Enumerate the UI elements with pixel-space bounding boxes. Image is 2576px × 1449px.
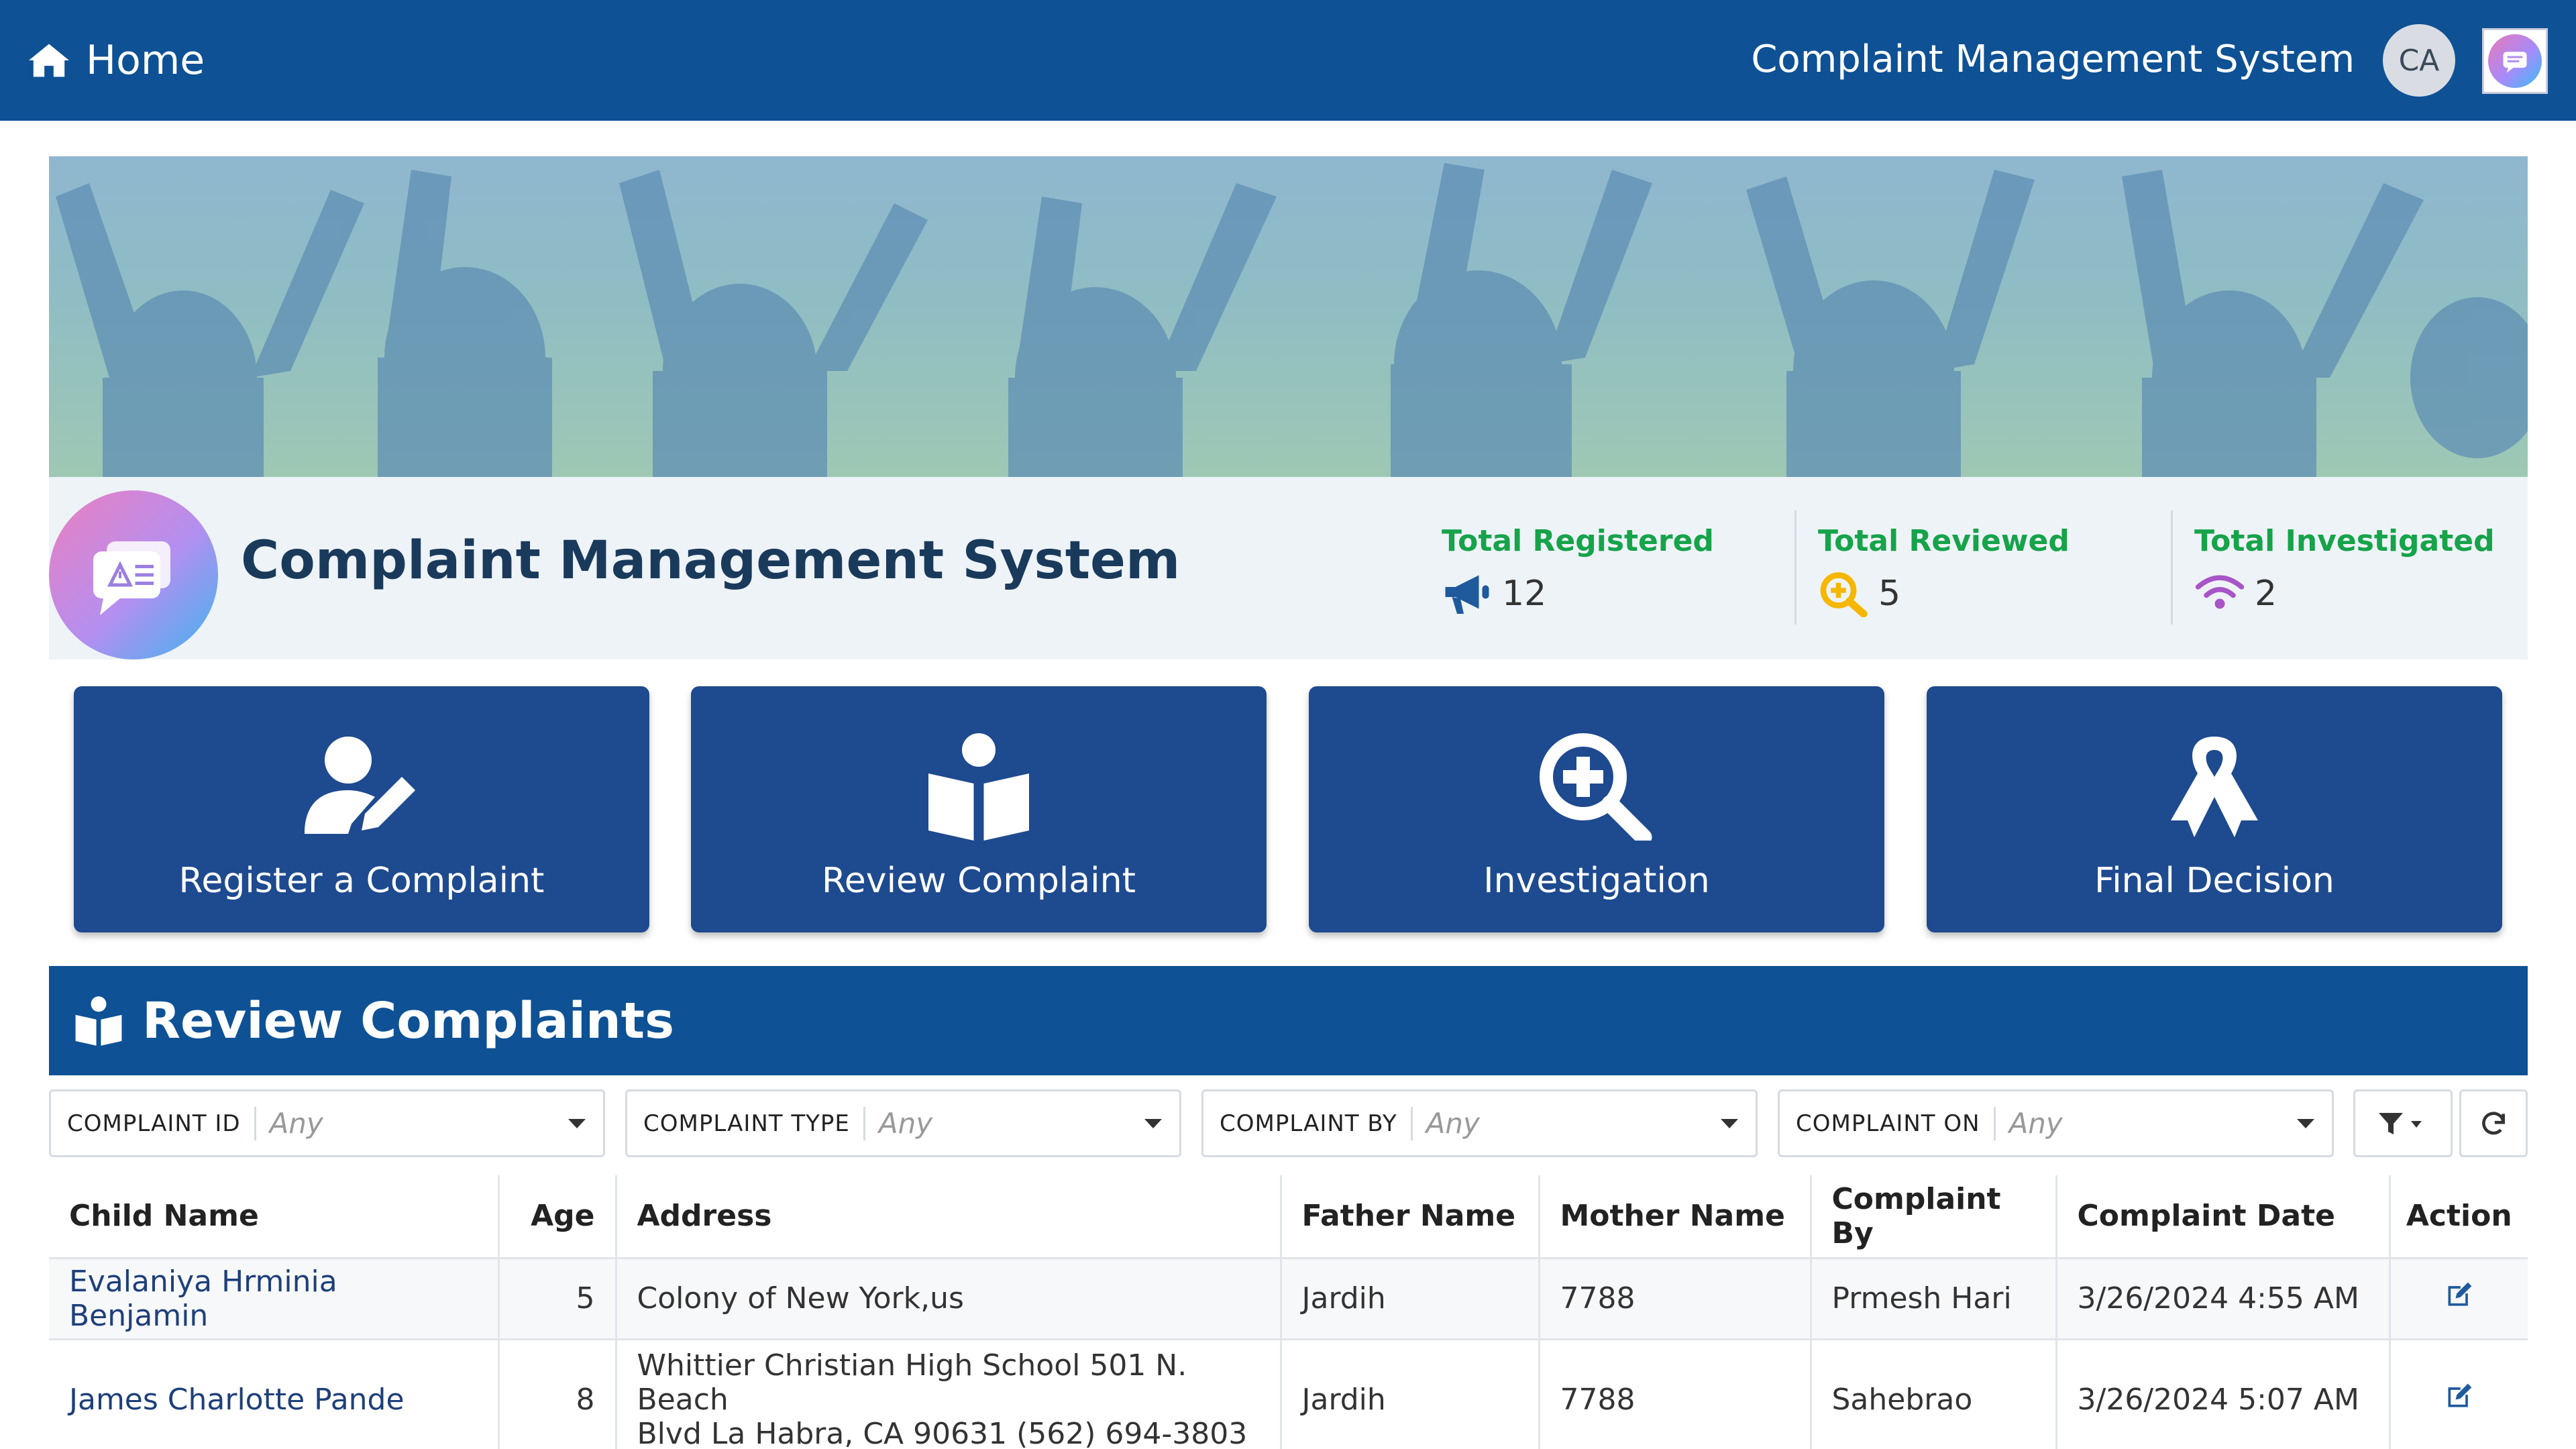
action-label: Final Decision xyxy=(2094,861,2334,901)
avatar[interactable]: CA xyxy=(2383,24,2455,97)
chevron-down-icon xyxy=(2297,1118,2314,1128)
filter-placeholder: Any xyxy=(878,1107,933,1140)
child-name-link[interactable]: Evalaniya Hrminia Benjamin xyxy=(49,1258,500,1340)
stat-value: 5 xyxy=(1878,574,1901,614)
stat-total-reviewed: Total Reviewed 5 xyxy=(1818,524,2167,617)
app-logo-icon[interactable] xyxy=(2482,28,2548,94)
page-title: Complaint Management System xyxy=(241,531,1181,591)
father-name-cell: Jardih xyxy=(1281,1339,1540,1449)
filter-label: COMPLAINT ON xyxy=(1780,1106,1996,1140)
address-line: Blvd La Habra, CA 90631 (562) 694-3803 xyxy=(637,1416,1248,1449)
stat-label: Total Investigated xyxy=(2194,524,2495,558)
filter-placeholder: Any xyxy=(1426,1107,1480,1140)
reader-icon xyxy=(928,733,1029,841)
app-title: Complaint Management System xyxy=(1751,38,2355,81)
search-plus-icon xyxy=(1540,733,1652,841)
mother-name-cell: 7788 xyxy=(1539,1339,1812,1449)
column-header: Action xyxy=(2390,1175,2528,1259)
refresh-icon xyxy=(2482,1111,2505,1134)
table-header-row: Child Name Age Address Father Name Mothe… xyxy=(49,1175,2528,1259)
complaint-by-cell: Prmesh Hari xyxy=(1811,1258,2057,1340)
address-cell: Colony of New York,us xyxy=(616,1258,1282,1340)
home-label: Home xyxy=(86,37,205,84)
column-header[interactable]: Mother Name xyxy=(1539,1175,1812,1259)
reader-icon xyxy=(75,996,122,1046)
investigation-button[interactable]: Investigation xyxy=(1309,686,1884,932)
column-header[interactable]: Father Name xyxy=(1281,1175,1540,1259)
child-name-link[interactable]: James Charlotte Pande xyxy=(49,1339,500,1449)
divider xyxy=(2171,511,2173,625)
action-cell xyxy=(2390,1339,2528,1449)
table-row: James Charlotte Pande 8 Whittier Christi… xyxy=(49,1339,2528,1449)
megaphone-icon xyxy=(1445,575,1489,614)
chevron-down-icon xyxy=(568,1118,586,1128)
filter-complaint-by[interactable]: COMPLAINT BY Any xyxy=(1201,1089,1758,1157)
hero-banner xyxy=(49,156,2528,477)
stat-value: 2 xyxy=(2255,574,2277,614)
magnify-plus-icon xyxy=(1820,572,1868,617)
top-nav-bar: Home Complaint Management System CA xyxy=(0,0,2576,121)
stat-total-registered: Total Registered 12 xyxy=(1442,524,1790,617)
filter-placeholder: Any xyxy=(269,1107,323,1140)
filter-label: COMPLAINT TYPE xyxy=(627,1106,865,1140)
filter-menu-button[interactable] xyxy=(2353,1089,2453,1157)
stat-label: Total Reviewed xyxy=(1818,524,2070,558)
complaint-date-cell: 3/26/2024 5:07 AM xyxy=(2056,1339,2391,1449)
ribbon-icon xyxy=(2171,737,2258,837)
age-cell: 5 xyxy=(498,1258,617,1340)
home-icon xyxy=(29,44,69,77)
filter-complaint-on[interactable]: COMPLAINT ON Any xyxy=(1778,1089,2334,1157)
action-label: Register a Complaint xyxy=(178,861,545,901)
user-edit-icon xyxy=(305,737,415,834)
complaint-by-cell: Sahebrao xyxy=(1811,1339,2057,1449)
divider xyxy=(1794,511,1796,625)
crowd-silhouette-image xyxy=(56,163,2528,477)
column-header[interactable]: Complaint Date xyxy=(2056,1175,2391,1259)
age-cell: 8 xyxy=(498,1339,617,1449)
final-decision-button[interactable]: Final Decision xyxy=(1927,686,2502,932)
stat-value: 12 xyxy=(1502,574,1547,614)
review-complaints-header: Review Complaints xyxy=(49,966,2528,1075)
stat-total-investigated: Total Investigated 2 xyxy=(2194,524,2543,617)
complaints-table: Child Name Age Address Father Name Mothe… xyxy=(49,1175,2528,1449)
review-complaint-button[interactable]: Review Complaint xyxy=(691,686,1267,932)
chevron-down-icon xyxy=(1144,1118,1162,1128)
filter-label: COMPLAINT ID xyxy=(51,1106,256,1140)
action-label: Investigation xyxy=(1483,861,1710,901)
section-title: Review Complaints xyxy=(142,991,675,1050)
father-name-cell: Jardih xyxy=(1281,1258,1540,1340)
signal-icon xyxy=(2195,575,2245,609)
filter-icon xyxy=(2379,1112,2422,1134)
action-cell xyxy=(2390,1258,2528,1340)
filter-placeholder: Any xyxy=(2008,1107,2063,1140)
complaint-logo-icon xyxy=(49,490,218,659)
chevron-down-icon xyxy=(1721,1118,1738,1128)
register-complaint-button[interactable]: Register a Complaint xyxy=(74,686,649,932)
action-label: Review Complaint xyxy=(822,861,1136,901)
table-row: Evalaniya Hrminia Benjamin 5 Colony of N… xyxy=(49,1258,2528,1340)
filter-complaint-id[interactable]: COMPLAINT ID Any xyxy=(49,1089,605,1157)
mother-name-cell: 7788 xyxy=(1539,1258,1812,1340)
home-link[interactable]: Home xyxy=(27,37,205,84)
info-strip: Complaint Management System Total Regist… xyxy=(49,477,2528,659)
column-header[interactable]: Child Name xyxy=(49,1175,500,1259)
column-header[interactable]: Complaint By xyxy=(1811,1175,2057,1259)
stat-label: Total Registered xyxy=(1442,524,1714,558)
address-line: Whittier Christian High School 501 N. Be… xyxy=(637,1348,1187,1417)
column-header[interactable]: Age xyxy=(498,1175,617,1259)
refresh-button[interactable] xyxy=(2459,1089,2528,1157)
filter-label: COMPLAINT BY xyxy=(1203,1106,1413,1140)
edit-icon[interactable] xyxy=(2445,1280,2474,1309)
filter-complaint-type[interactable]: COMPLAINT TYPE Any xyxy=(625,1089,1181,1157)
address-cell: Whittier Christian High School 501 N. Be… xyxy=(616,1339,1282,1449)
complaint-date-cell: 3/26/2024 4:55 AM xyxy=(2056,1258,2391,1340)
edit-icon[interactable] xyxy=(2445,1381,2474,1411)
column-header[interactable]: Address xyxy=(616,1175,1282,1259)
